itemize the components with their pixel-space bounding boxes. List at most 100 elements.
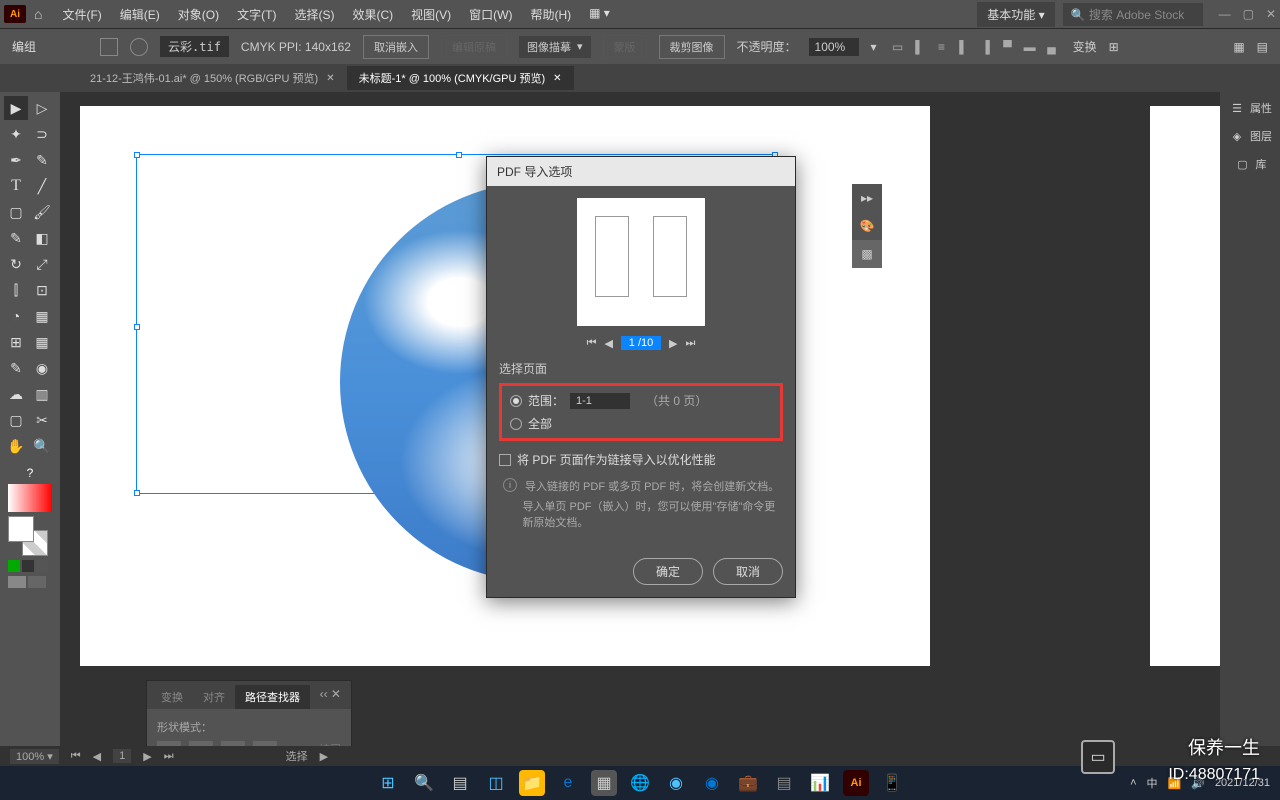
- wand-tool[interactable]: ✦: [4, 122, 28, 146]
- search-input[interactable]: 🔍 搜索 Adobe Stock: [1063, 3, 1203, 26]
- menu-window[interactable]: 窗口(W): [461, 2, 520, 27]
- range-radio[interactable]: [510, 395, 522, 407]
- mesh-tool[interactable]: ⊞: [4, 330, 28, 354]
- free-transform-tool[interactable]: ⊡: [30, 278, 54, 302]
- blend-tool[interactable]: ◉: [30, 356, 54, 380]
- shaper-tool[interactable]: ✎: [4, 226, 28, 250]
- ok-button[interactable]: 确定: [633, 558, 703, 585]
- panel-menu-icon[interactable]: ▸▸: [852, 184, 882, 212]
- lasso-tool[interactable]: ⊃: [30, 122, 54, 146]
- exclude-icon[interactable]: ▣: [253, 741, 277, 746]
- align-icon[interactable]: ▭: [889, 38, 907, 56]
- curvature-tool[interactable]: ✎: [30, 148, 54, 172]
- tab-align[interactable]: 对齐: [193, 685, 235, 709]
- ctrl-icon-1[interactable]: [100, 38, 118, 56]
- ctrl-icon-2[interactable]: [130, 38, 148, 56]
- illustrator-icon[interactable]: Ai: [843, 770, 869, 796]
- panel-collapse-icon[interactable]: ‹‹ ✕: [314, 685, 347, 709]
- image-trace-dropdown[interactable]: 图像描摹 ▾: [519, 36, 591, 58]
- perspective-tool[interactable]: ▦: [30, 304, 54, 328]
- menu-grid-icon[interactable]: ▦ ▾: [581, 2, 618, 27]
- range-input[interactable]: 1-1: [570, 393, 630, 409]
- pathfinder-panel[interactable]: 变换 对齐 路径查找器 ‹‹ ✕ 形状模式： ◪ ◩ ◫ ▣ 扩展 路径查找器：…: [146, 680, 352, 746]
- home-icon[interactable]: ⌂: [34, 6, 42, 22]
- menu-edit[interactable]: 编辑(E): [112, 2, 168, 27]
- floating-color-panel[interactable]: ▸▸ 🎨 ▩: [852, 184, 882, 268]
- transform-icon[interactable]: ⊞: [1109, 40, 1119, 54]
- minus-front-icon[interactable]: ◩: [189, 741, 213, 746]
- prev-page-icon[interactable]: ◀: [605, 337, 613, 350]
- crop-button[interactable]: 裁剪图像: [659, 35, 725, 59]
- align-icon[interactable]: ▄: [1043, 38, 1061, 56]
- menu-effect[interactable]: 效果(C): [344, 2, 401, 27]
- doc-tab-2[interactable]: 未标题-1* @ 100% (CMYK/GPU 预览)✕: [347, 66, 574, 90]
- width-tool[interactable]: ⫿: [4, 278, 28, 302]
- nav-next-icon[interactable]: ▶: [143, 750, 151, 763]
- menu-type[interactable]: 文字(T): [229, 2, 284, 27]
- chrome-icon[interactable]: 🌐: [627, 770, 653, 796]
- explorer-icon[interactable]: 📁: [519, 770, 545, 796]
- widgets-icon[interactable]: ◫: [483, 770, 509, 796]
- cancel-embed-button[interactable]: 取消嵌入: [363, 35, 429, 59]
- graph-tool[interactable]: ▥: [30, 382, 54, 406]
- panel-icon[interactable]: ▤: [1257, 40, 1268, 54]
- app-icon[interactable]: ▤: [771, 770, 797, 796]
- selection-tool[interactable]: ▶: [4, 96, 28, 120]
- app-icon[interactable]: ◉: [699, 770, 725, 796]
- intersect-icon[interactable]: ◫: [221, 741, 245, 746]
- all-radio[interactable]: [510, 418, 522, 430]
- zoom-tool[interactable]: 🔍: [30, 434, 54, 458]
- edge-icon[interactable]: e: [555, 770, 581, 796]
- color-icon[interactable]: 🎨: [852, 212, 882, 240]
- screen-mode[interactable]: [8, 576, 26, 588]
- align-icon[interactable]: ▀: [999, 38, 1017, 56]
- properties-panel-tab[interactable]: ☰属性: [1228, 100, 1272, 116]
- doc-tab-1[interactable]: 21-12-王鸿伟-01.ai* @ 150% (RGB/GPU 预览)✕: [78, 66, 347, 90]
- align-icon[interactable]: ▌: [955, 38, 973, 56]
- transform-label[interactable]: 变换: [1073, 38, 1097, 55]
- artboard-nav-input[interactable]: 1: [113, 749, 131, 763]
- screen-mode[interactable]: [28, 576, 46, 588]
- link-checkbox[interactable]: [499, 454, 511, 466]
- close-icon[interactable]: ✕: [1266, 7, 1276, 21]
- eraser-tool[interactable]: ◧: [30, 226, 54, 250]
- pen-tool[interactable]: ✒: [4, 148, 28, 172]
- shape-builder-tool[interactable]: ◔: [4, 304, 28, 328]
- next-page-icon[interactable]: ▶: [669, 337, 677, 350]
- align-icon[interactable]: ≡: [933, 38, 951, 56]
- unite-icon[interactable]: ◪: [157, 741, 181, 746]
- align-icon[interactable]: ▐: [977, 38, 995, 56]
- app-icon[interactable]: 📱: [879, 770, 905, 796]
- nav-prev-icon[interactable]: ◀: [93, 750, 101, 763]
- taskview-icon[interactable]: ▤: [447, 770, 473, 796]
- artboard-tool[interactable]: ▢: [4, 408, 28, 432]
- maximize-icon[interactable]: ▢: [1243, 7, 1254, 21]
- menu-view[interactable]: 视图(V): [403, 2, 459, 27]
- search-icon[interactable]: 🔍: [411, 770, 437, 796]
- page-input[interactable]: 1 /10: [621, 336, 661, 350]
- type-tool[interactable]: T: [4, 174, 28, 198]
- zoom-select[interactable]: 100% ▾: [10, 749, 59, 764]
- cancel-button[interactable]: 取消: [713, 558, 783, 585]
- direct-select-tool[interactable]: ▷: [30, 96, 54, 120]
- app-icon[interactable]: ◉: [663, 770, 689, 796]
- align-icon[interactable]: ▬: [1021, 38, 1039, 56]
- opacity-input[interactable]: 100%: [809, 38, 859, 56]
- nav-last-icon[interactable]: ⏭: [164, 750, 174, 763]
- menu-select[interactable]: 选择(S): [286, 2, 342, 27]
- app-logo[interactable]: Ai: [4, 5, 26, 23]
- color-picker[interactable]: ?: [4, 466, 56, 592]
- color-mode-sw[interactable]: [8, 560, 20, 572]
- tab-transform[interactable]: 变换: [151, 685, 193, 709]
- align-icon[interactable]: ▌: [911, 38, 929, 56]
- nav-first-icon[interactable]: ⏮: [71, 750, 81, 763]
- brush-tool[interactable]: 🖌: [30, 200, 54, 224]
- color-mode-sw[interactable]: [36, 560, 48, 572]
- symbol-tool[interactable]: ☁: [4, 382, 28, 406]
- rotate-tool[interactable]: ↻: [4, 252, 28, 276]
- rect-tool[interactable]: ▢: [4, 200, 28, 224]
- tray-expand-icon[interactable]: ˄: [1130, 777, 1136, 789]
- select-arrow-icon[interactable]: ▶: [320, 750, 328, 763]
- app-icon[interactable]: 📊: [807, 770, 833, 796]
- panel-icon[interactable]: ▦: [1233, 40, 1244, 54]
